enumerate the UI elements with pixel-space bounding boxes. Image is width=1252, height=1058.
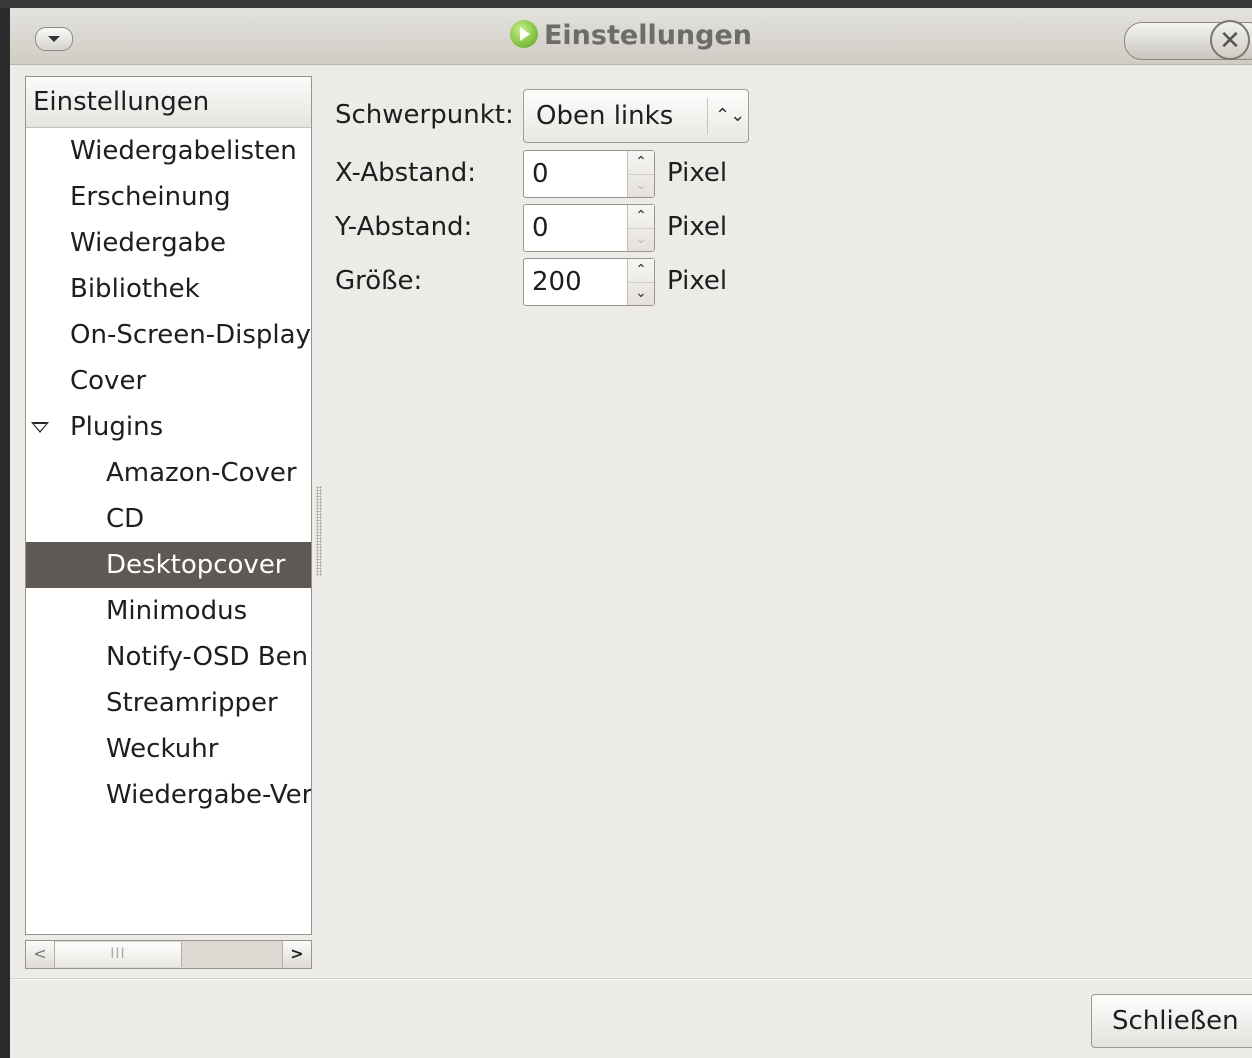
sidebar-item-cover[interactable]: Cover: [26, 358, 311, 404]
decrement-arrow-icon[interactable]: ⌄: [628, 174, 654, 197]
increment-arrow-icon[interactable]: ⌃: [628, 205, 654, 229]
y-offset-unit: Pixel: [667, 212, 728, 242]
sidebar-item-erscheinung[interactable]: Erscheinung: [26, 174, 311, 220]
x-offset-value[interactable]: 0: [532, 151, 549, 197]
sidebar-item-label: CD: [106, 504, 145, 534]
window-title-text: Einstellungen: [543, 20, 753, 51]
gravity-select[interactable]: Oben links ⌃⌄: [523, 89, 749, 143]
y-offset-value[interactable]: 0: [532, 205, 549, 251]
size-label: Größe:: [335, 266, 423, 296]
scroll-right-icon[interactable]: >: [282, 941, 311, 968]
sidebar-item-wiedergabelisten[interactable]: Wiedergabelisten: [26, 128, 311, 174]
decrement-arrow-icon[interactable]: ⌄: [628, 282, 654, 305]
size-unit: Pixel: [667, 266, 728, 296]
sidebar-item-label: Weckuhr: [106, 734, 219, 764]
sidebar-item-minimodus[interactable]: Minimodus: [26, 588, 311, 634]
sidebar-item-label: Notify-OSD Ben: [106, 642, 309, 672]
preferences-dialog: Einstellungen ✕ Einstellungen Wiedergabe…: [10, 8, 1252, 1058]
window-title: Einstellungen: [10, 20, 1252, 51]
sidebar-item-wiedergabe-ver[interactable]: Wiedergabe-Ver: [26, 772, 311, 818]
sidebar-item-notify-osd[interactable]: Notify-OSD Ben: [26, 634, 311, 680]
sidebar-item-label: Amazon-Cover: [106, 458, 297, 488]
sidebar-item-cd[interactable]: CD: [26, 496, 311, 542]
sidebar-item-label: Bibliothek: [70, 274, 200, 304]
combo-separator: [707, 98, 708, 134]
gravity-label: Schwerpunkt:: [335, 100, 514, 130]
sidebar-item-label: Desktopcover: [106, 550, 286, 580]
size-value[interactable]: 200: [532, 259, 582, 305]
sidebar-item-wiedergabe[interactable]: Wiedergabe: [26, 220, 311, 266]
category-tree[interactable]: Einstellungen Wiedergabelisten Erscheinu…: [25, 76, 312, 935]
sidebar-item-label: Wiedergabe: [70, 228, 227, 258]
sidebar-item-bibliothek[interactable]: Bibliothek: [26, 266, 311, 312]
increment-arrow-icon[interactable]: ⌃: [628, 259, 654, 283]
sidebar-item-amazon-cover[interactable]: Amazon-Cover: [26, 450, 311, 496]
increment-arrow-icon[interactable]: ⌃: [628, 151, 654, 175]
gravity-value: Oben links: [536, 101, 674, 131]
x-offset-label: X-Abstand:: [335, 158, 477, 188]
x-offset-unit: Pixel: [667, 158, 728, 188]
sidebar-item-label: Plugins: [70, 412, 164, 442]
sidebar-item-label: Wiedergabelisten: [70, 136, 297, 166]
title-bar: Einstellungen ✕: [10, 8, 1252, 65]
sidebar-item-label: Cover: [70, 366, 147, 396]
app-play-icon: [509, 20, 538, 48]
decrement-arrow-icon[interactable]: ⌄: [628, 228, 654, 251]
sidebar-item-on-screen-display[interactable]: On-Screen-Display: [26, 312, 311, 358]
sidebar-item-label: Streamripper: [106, 688, 278, 718]
sidebar-item-weckuhr[interactable]: Weckuhr: [26, 726, 311, 772]
sidebar-horizontal-scrollbar[interactable]: < III >: [25, 940, 312, 969]
sidebar-item-label: On-Screen-Display: [70, 320, 311, 350]
sidebar-item-label: Erscheinung: [70, 182, 231, 212]
close-button[interactable]: Schließen: [1091, 994, 1252, 1048]
expander-triangle-icon[interactable]: [31, 422, 49, 433]
x-offset-spinbutton[interactable]: 0 ⌃ ⌄: [523, 150, 655, 198]
scroll-left-icon[interactable]: <: [26, 941, 55, 968]
footer-separator: [10, 978, 1252, 980]
pane-resize-handle[interactable]: [316, 486, 322, 576]
y-offset-spinbutton[interactable]: 0 ⌃ ⌄: [523, 204, 655, 252]
sidebar-item-desktopcover[interactable]: Desktopcover: [26, 542, 311, 588]
sidebar-item-streamripper[interactable]: Streamripper: [26, 680, 311, 726]
scrollbar-thumb[interactable]: III: [55, 942, 182, 967]
sidebar-item-label: Wiedergabe-Ver: [106, 780, 311, 810]
close-icon[interactable]: ✕: [1210, 20, 1250, 60]
size-spinbutton[interactable]: 200 ⌃ ⌄: [523, 258, 655, 306]
y-offset-label: Y-Abstand:: [335, 212, 473, 242]
sidebar-item-plugins[interactable]: Plugins: [26, 404, 311, 450]
tree-column-header[interactable]: Einstellungen: [26, 77, 311, 128]
updown-arrows-icon: ⌃⌄: [715, 105, 746, 126]
sidebar-item-label: Minimodus: [106, 596, 248, 626]
background-app-strip: [0, 0, 1252, 8]
